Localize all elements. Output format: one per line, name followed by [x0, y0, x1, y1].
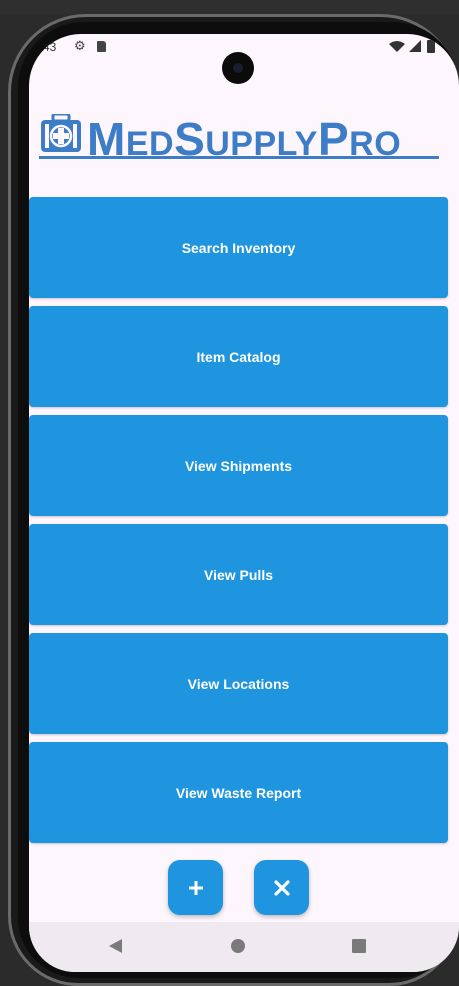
recents-icon[interactable] — [352, 939, 366, 953]
status-time: 43 — [43, 40, 57, 54]
main-menu: Search Inventory Item Catalog View Shipm… — [29, 197, 448, 851]
view-pulls-button[interactable]: View Pulls — [29, 524, 448, 625]
back-icon[interactable] — [109, 939, 122, 953]
app-logo: MEDSUPPLYPRO — [39, 112, 439, 165]
wifi-icon — [389, 41, 405, 52]
status-icons — [389, 40, 435, 53]
front-camera — [222, 52, 254, 84]
close-icon — [273, 879, 290, 896]
item-catalog-button[interactable]: Item Catalog — [29, 306, 448, 407]
add-button[interactable] — [168, 860, 223, 915]
close-button[interactable] — [254, 860, 309, 915]
settings-gear-icon: ⚙ — [74, 39, 86, 54]
logo-underline — [39, 156, 439, 159]
system-nav-bar — [29, 922, 459, 972]
plus-icon — [188, 880, 203, 895]
view-shipments-button[interactable]: View Shipments — [29, 415, 448, 516]
phone-screen: 43 ⚙ MEDSUPPLYPRO Search Inventory Item … — [29, 34, 459, 972]
home-icon[interactable] — [231, 939, 245, 953]
window-top-bar — [0, 0, 459, 14]
view-waste-report-button[interactable]: View Waste Report — [29, 742, 448, 843]
medical-kit-icon — [41, 114, 81, 152]
sd-card-icon — [97, 41, 106, 52]
battery-icon — [427, 40, 435, 53]
search-inventory-button[interactable]: Search Inventory — [29, 197, 448, 298]
signal-icon — [409, 40, 421, 52]
view-locations-button[interactable]: View Locations — [29, 633, 448, 734]
